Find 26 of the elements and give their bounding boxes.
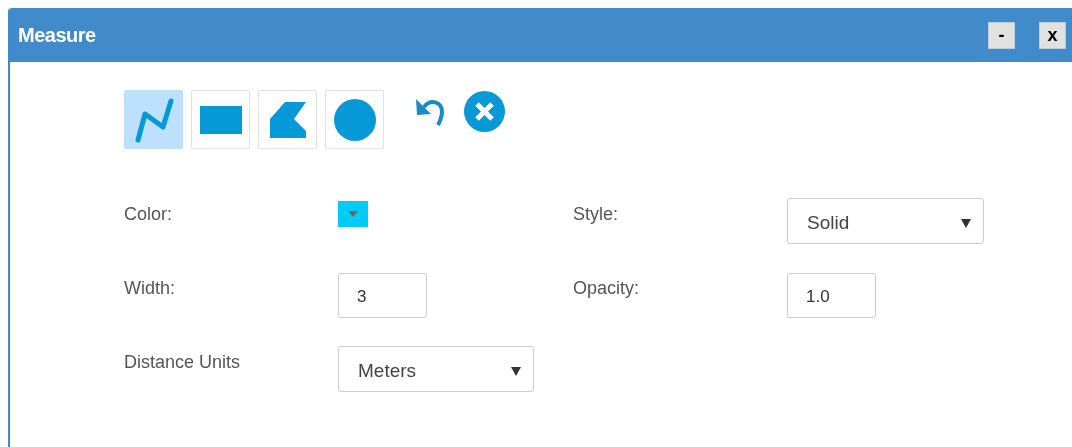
field-label: Distance Units: [124, 351, 242, 373]
input-field[interactable]: 3: [338, 272, 427, 318]
circle-icon: [333, 98, 376, 141]
input-field[interactable]: 1.0: [787, 272, 876, 318]
rectangle-tool-button[interactable]: [191, 90, 250, 149]
dropdown[interactable]: Meters: [338, 346, 534, 392]
caret-icon: [348, 211, 358, 217]
color-picker[interactable]: [338, 201, 368, 227]
polygon-tool-button[interactable]: [258, 90, 317, 149]
close-button[interactable]: x: [1039, 21, 1066, 49]
window-title: Measure: [18, 23, 97, 47]
field-label: Opacity:: [573, 277, 641, 299]
rectangle-icon: [199, 105, 242, 134]
caret-icon: [961, 218, 971, 228]
clear-button[interactable]: [464, 91, 505, 132]
field-label: Color:: [124, 203, 173, 225]
polyline-tool-button[interactable]: [124, 90, 183, 149]
circle-tool-button[interactable]: [325, 90, 384, 149]
field-label: Width:: [124, 277, 176, 299]
field-label: Style:: [573, 203, 620, 225]
caret-icon: [511, 366, 521, 376]
undo-button[interactable]: [414, 97, 446, 127]
dropdown[interactable]: Solid: [787, 198, 984, 244]
polyline-icon: [133, 96, 174, 143]
minimize-button[interactable]: -: [988, 21, 1015, 49]
polygon-icon: [268, 101, 307, 138]
